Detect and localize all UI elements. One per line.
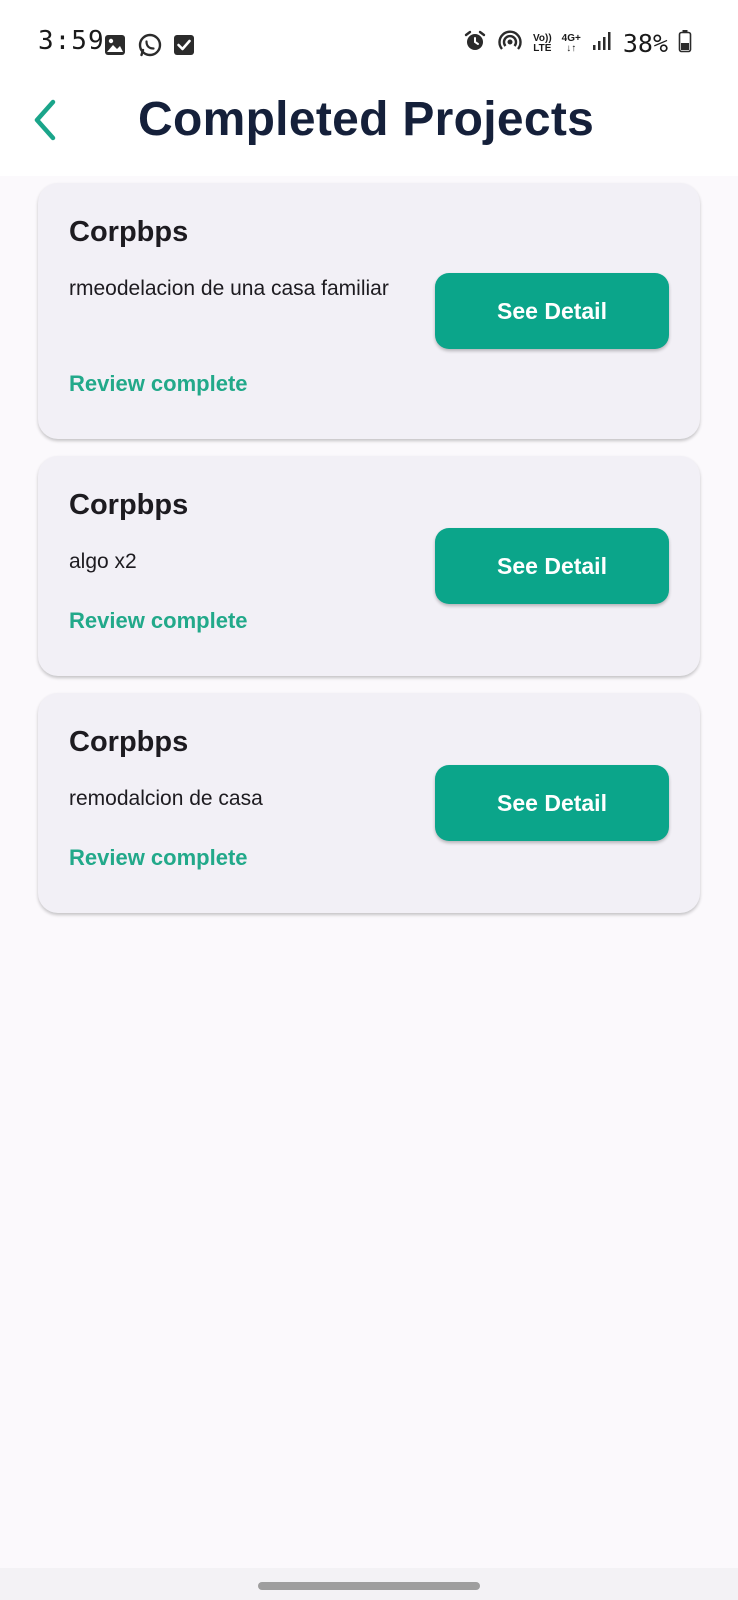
volte-label-bottom: LTE — [533, 42, 552, 54]
see-detail-button[interactable]: See Detail — [435, 765, 669, 841]
back-button[interactable] — [22, 94, 66, 150]
project-card: Corpbps algo x2 Review complete See Deta… — [38, 456, 700, 676]
see-detail-button[interactable]: See Detail — [435, 528, 669, 604]
project-title: Corpbps — [69, 216, 189, 248]
app-bar: Completed Projects — [0, 88, 738, 176]
project-title: Corpbps — [69, 726, 189, 758]
status-right-icons: Vo)) LTE 4G+ ↓↑ 38% — [463, 28, 692, 59]
battery-percent: 38% — [622, 29, 668, 58]
checkbox-icon — [173, 34, 195, 61]
volte-label-top: Vo)) — [532, 32, 552, 44]
volte-icon: Vo)) LTE — [532, 32, 552, 54]
project-list: Corpbps rmeodelacion de una casa familia… — [38, 183, 700, 930]
home-indicator[interactable] — [258, 1582, 480, 1590]
chevron-left-icon — [29, 98, 59, 147]
battery-icon — [678, 29, 692, 58]
network-4g-icon: 4G+ ↓↑ — [561, 32, 581, 54]
project-description: algo x2 — [69, 550, 137, 573]
project-status: Review complete — [69, 371, 248, 396]
whatsapp-icon — [137, 32, 163, 63]
see-detail-button[interactable]: See Detail — [435, 273, 669, 349]
hotspot-icon — [497, 28, 523, 59]
status-time: 3:59 — [38, 26, 105, 56]
gallery-icon — [103, 33, 127, 62]
project-status: Review complete — [69, 608, 248, 633]
project-status: Review complete — [69, 845, 248, 870]
project-title: Corpbps — [69, 489, 189, 521]
alarm-icon — [463, 29, 487, 58]
status-bar: 3:59 Vo)) LTE 4G+ ↓↑ 38% — [0, 0, 738, 88]
project-description: remodalcion de casa — [69, 787, 263, 810]
status-left-icons — [103, 32, 195, 63]
page-title: Completed Projects — [138, 93, 595, 146]
project-card: Corpbps rmeodelacion de una casa familia… — [38, 183, 700, 439]
data-arrows-icon: ↓↑ — [566, 42, 577, 54]
project-card: Corpbps remodalcion de casa Review compl… — [38, 693, 700, 913]
project-description: rmeodelacion de una casa familiar — [69, 277, 389, 300]
signal-icon — [591, 30, 613, 57]
network-label: 4G+ — [561, 32, 581, 44]
